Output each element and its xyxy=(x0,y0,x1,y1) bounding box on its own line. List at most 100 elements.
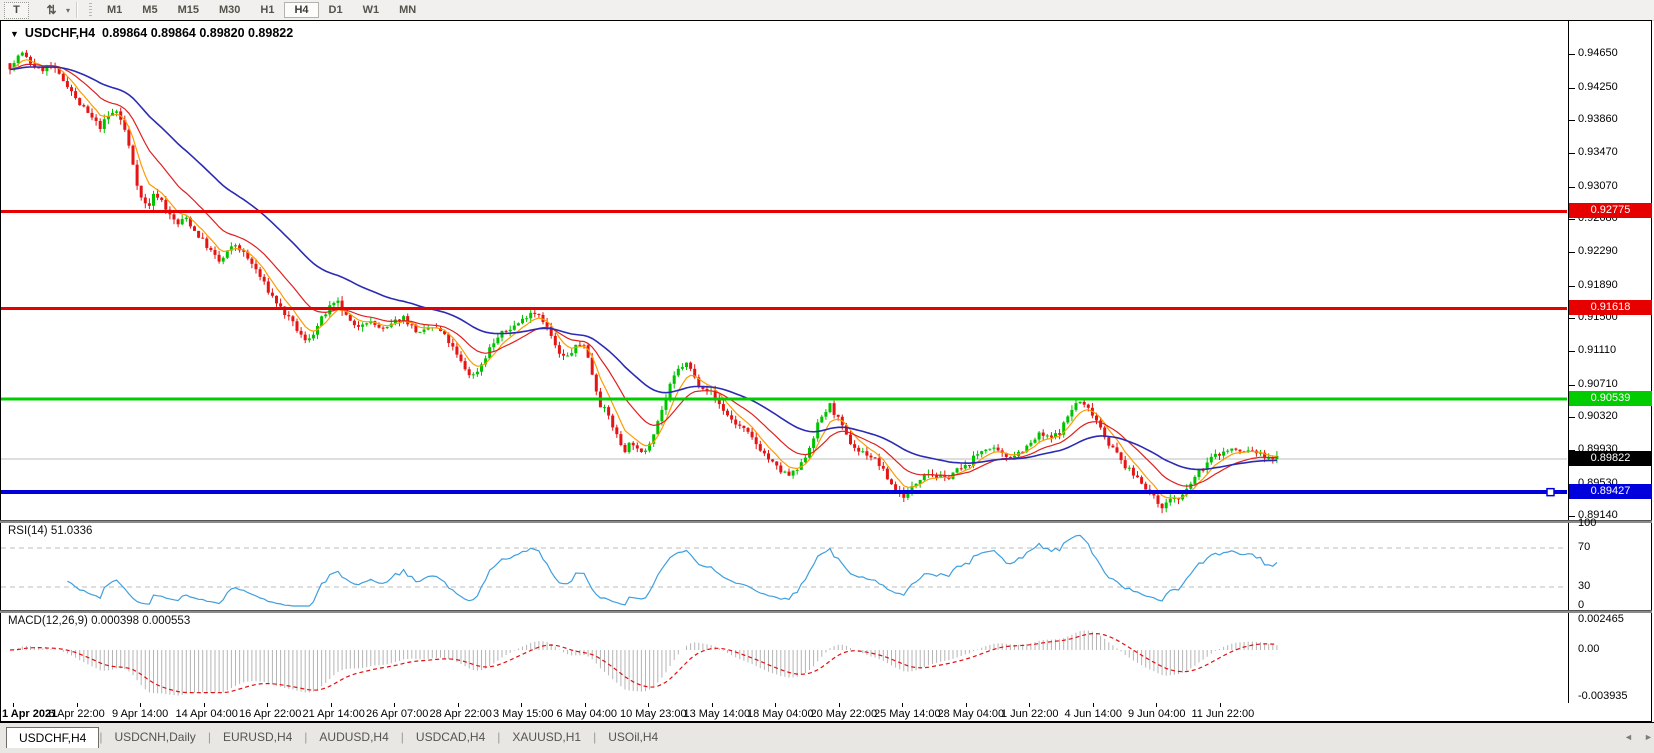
support-line-blue[interactable] xyxy=(1,489,1567,496)
tab-scroll-left-icon[interactable]: ◄ xyxy=(1624,732,1633,742)
date-axis-label: 1 Jun 22:00 xyxy=(1001,708,1059,720)
date-axis-tick xyxy=(204,703,205,707)
date-axis-tick xyxy=(1156,703,1157,707)
ma-line-medium xyxy=(10,64,1277,486)
date-axis-tick xyxy=(521,703,522,707)
macd-axis-label: -0.003935 xyxy=(1578,690,1628,702)
date-axis-label: 28 May 04:00 xyxy=(938,708,1005,720)
date-axis-tick xyxy=(775,703,776,707)
price-axis-tick xyxy=(1569,417,1575,418)
chart-tab-bar: USDCHF,H4|USDCNH,Daily|EURUSD,H4|AUDUSD,… xyxy=(0,722,1654,753)
price-axis-tick xyxy=(1569,516,1575,517)
rsi-axis-label: 100 xyxy=(1578,517,1596,529)
date-axis-label: 6 Apr 22:00 xyxy=(49,708,105,720)
date-axis-label: 26 Apr 07:00 xyxy=(366,708,428,720)
macd-axis-label: 0.00 xyxy=(1578,643,1599,655)
rsi-axis-label: 0 xyxy=(1578,599,1584,611)
date-axis-tick xyxy=(140,703,141,707)
level-badge: 0.89427 xyxy=(1569,484,1652,499)
date-axis-label: 4 Jun 14:00 xyxy=(1065,708,1123,720)
date-axis-label: 13 May 14:00 xyxy=(684,708,751,720)
macd-indicator-label: MACD(12,26,9) 0.000398 0.000553 xyxy=(8,615,190,627)
price-axis-label: 0.90710 xyxy=(1578,378,1618,390)
date-axis-label: 21 Apr 14:00 xyxy=(303,708,365,720)
price-axis-tick xyxy=(1569,120,1575,121)
trading-platform-window: T ⇅ ▾ M1M5M15M30H1H4D1W1MN ▼ ▼USDCHF,H4 … xyxy=(0,0,1654,753)
price-axis-tick xyxy=(1569,286,1575,287)
date-axis-label: 10 May 23:00 xyxy=(620,708,687,720)
date-axis-tick xyxy=(1029,703,1030,707)
date-axis-tick xyxy=(13,703,14,707)
price-axis-tick xyxy=(1569,385,1575,386)
date-axis-label: 3 May 15:00 xyxy=(493,708,554,720)
date-axis-label: 20 May 22:00 xyxy=(811,708,878,720)
symbol-dropdown-icon[interactable]: ▼ xyxy=(10,29,19,39)
price-axis-tick xyxy=(1569,351,1575,352)
chart-tab-xauusd[interactable]: XAUUSD,H1 xyxy=(500,728,593,746)
resistance-line-1[interactable] xyxy=(1,210,1567,213)
date-axis-label: 9 Jun 04:00 xyxy=(1128,708,1186,720)
chart-tab-usdcnh[interactable]: USDCNH,Daily xyxy=(102,728,207,746)
price-axis-label: 0.91110 xyxy=(1578,344,1616,356)
date-axis-tick xyxy=(1220,703,1221,707)
price-axis-label: 0.93070 xyxy=(1578,180,1618,192)
support-line-green[interactable] xyxy=(1,397,1567,400)
price-axis-tick xyxy=(1569,88,1575,89)
candles-layer xyxy=(9,50,1279,513)
ma-line-slow xyxy=(10,67,1277,469)
rsi-axis-label: 70 xyxy=(1578,541,1590,553)
chart-tab-audusd[interactable]: AUDUSD,H4 xyxy=(307,728,400,746)
date-axis-label: 11 Jun 22:00 xyxy=(1192,708,1255,720)
price-axis-label: 0.94250 xyxy=(1578,81,1618,93)
date-axis-tick xyxy=(648,703,649,707)
date-axis-label: 25 May 14:00 xyxy=(874,708,941,720)
date-axis-tick xyxy=(331,703,332,707)
level-badge: 0.90539 xyxy=(1569,391,1652,406)
chart-tab-usdcad[interactable]: USDCAD,H4 xyxy=(404,728,497,746)
chart-title: ▼ USDCHF,H4 0.89864 0.89864 0.89820 0.898… xyxy=(10,26,293,40)
price-axis-label: 0.92290 xyxy=(1578,245,1618,257)
date-axis-tick xyxy=(77,703,78,707)
date-axis-label: 14 Apr 04:00 xyxy=(176,708,238,720)
price-axis-tick xyxy=(1569,252,1575,253)
date-axis-label: 16 Apr 22:00 xyxy=(239,708,301,720)
chart-tab-usdchf[interactable]: USDCHF,H4 xyxy=(6,727,99,748)
price-axis-label: 0.93470 xyxy=(1578,146,1618,158)
chart-canvas[interactable] xyxy=(0,0,1654,753)
tab-scroll-right-icon[interactable]: ► xyxy=(1644,732,1653,742)
date-axis-label: 18 May 04:00 xyxy=(747,708,814,720)
date-axis-tick xyxy=(902,703,903,707)
price-axis-label: 0.94650 xyxy=(1578,47,1618,59)
level-badge: 0.92775 xyxy=(1569,203,1652,218)
price-axis-tick xyxy=(1569,187,1575,188)
date-axis-tick xyxy=(585,703,586,707)
ma-line-fast xyxy=(10,60,1277,499)
date-axis-label: 28 Apr 22:00 xyxy=(430,708,492,720)
level-badge: 0.91618 xyxy=(1569,300,1652,315)
chart-tab-eurusd[interactable]: EURUSD,H4 xyxy=(211,728,304,746)
price-axis-label: 0.90320 xyxy=(1578,410,1618,422)
price-axis-tick xyxy=(1569,318,1575,319)
date-axis-label: 6 May 04:00 xyxy=(557,708,618,720)
price-axis-label: 0.91890 xyxy=(1578,279,1618,291)
date-axis-tick xyxy=(839,703,840,707)
chart-tabs: USDCHF,H4|USDCNH,Daily|EURUSD,H4|AUDUSD,… xyxy=(6,726,670,748)
date-axis-label: 9 Apr 14:00 xyxy=(112,708,168,720)
rsi-pane-layer xyxy=(1,535,1567,606)
current-price-badge: 0.89822 xyxy=(1569,451,1652,466)
date-axis-tick xyxy=(712,703,713,707)
macd-pane-layer xyxy=(10,630,1277,695)
price-axis-tick xyxy=(1569,153,1575,154)
ohlc-values: 0.89864 0.89864 0.89820 0.89822 xyxy=(102,26,293,40)
price-axis-tick xyxy=(1569,219,1575,220)
price-axis-label: 0.93860 xyxy=(1578,113,1618,125)
date-axis-tick xyxy=(1093,703,1094,707)
resistance-line-2[interactable] xyxy=(1,307,1567,310)
chart-tab-usoil[interactable]: USOil,H4 xyxy=(596,728,670,746)
rsi-axis-label: 30 xyxy=(1578,580,1590,592)
date-axis-tick xyxy=(966,703,967,707)
date-axis-tick xyxy=(267,703,268,707)
symbol-timeframe-label: USDCHF,H4 xyxy=(25,26,95,40)
date-axis-tick xyxy=(458,703,459,707)
macd-axis-label: 0.002465 xyxy=(1578,613,1624,625)
